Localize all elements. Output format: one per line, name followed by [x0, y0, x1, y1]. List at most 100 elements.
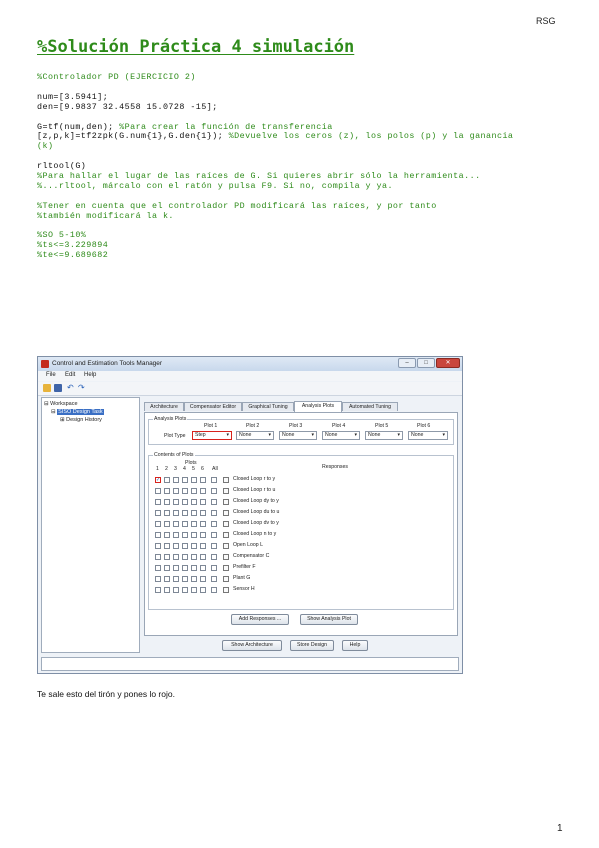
plot-checkbox[interactable] [182, 565, 188, 571]
plot-checkbox[interactable] [173, 499, 179, 505]
plot-checkbox[interactable] [182, 488, 188, 494]
plot-checkbox[interactable] [173, 477, 179, 483]
plot-checkbox[interactable] [200, 576, 206, 582]
plot-checkbox[interactable] [200, 510, 206, 516]
tab-graphical-tuning[interactable]: Graphical Tuning [242, 402, 294, 411]
plot-checkbox[interactable] [173, 510, 179, 516]
plot-checkbox[interactable] [200, 532, 206, 538]
plot-checkbox[interactable] [200, 477, 206, 483]
plot-checkbox[interactable] [164, 587, 170, 593]
plot-checkbox[interactable] [191, 499, 197, 505]
plot-checkbox[interactable] [173, 488, 179, 494]
plot-checkbox[interactable] [182, 543, 188, 549]
plot-checkbox[interactable] [164, 554, 170, 560]
save-icon[interactable] [54, 384, 62, 392]
plot-type-select-4[interactable]: None ▾ [322, 431, 360, 440]
plot-checkbox[interactable] [191, 587, 197, 593]
plot-checkbox[interactable] [164, 532, 170, 538]
plot-checkbox[interactable] [191, 543, 197, 549]
plot-checkbox[interactable] [200, 543, 206, 549]
plot-checkbox[interactable] [200, 565, 206, 571]
plot-checkbox[interactable] [211, 565, 217, 571]
plot-checkbox[interactable] [173, 521, 179, 527]
plot-checkbox[interactable] [182, 554, 188, 560]
menu-help[interactable]: Help [84, 372, 96, 378]
plot-checkbox[interactable] [173, 554, 179, 560]
plot-checkbox[interactable] [211, 521, 217, 527]
plot-checkbox[interactable] [191, 510, 197, 516]
plot-checkbox[interactable] [211, 587, 217, 593]
add-responses-button[interactable]: Add Responses ... [231, 614, 289, 625]
plot-checkbox[interactable] [155, 587, 161, 593]
plot-checkbox[interactable] [155, 532, 161, 538]
show-analysis-plot-button[interactable]: Show Analysis Plot [300, 614, 358, 625]
plot-type-select-1[interactable]: Step ▾ [192, 431, 232, 440]
plot-type-select-2[interactable]: None ▾ [236, 431, 274, 440]
close-button[interactable]: ✕ [436, 358, 460, 368]
plot-checkbox[interactable] [191, 576, 197, 582]
plot-checkbox[interactable] [164, 488, 170, 494]
menu-edit[interactable]: Edit [65, 372, 75, 378]
plot-checkbox[interactable] [164, 510, 170, 516]
plot-checkbox[interactable] [200, 499, 206, 505]
plot-checkbox[interactable] [173, 587, 179, 593]
plot-checkbox[interactable] [173, 543, 179, 549]
plot-checkbox[interactable] [211, 510, 217, 516]
plot-checkbox[interactable] [211, 499, 217, 505]
plot-checkbox[interactable] [155, 521, 161, 527]
plot-checkbox[interactable] [164, 576, 170, 582]
plot-checkbox[interactable] [182, 532, 188, 538]
plot-checkbox[interactable] [211, 477, 217, 483]
plot-checkbox[interactable] [173, 565, 179, 571]
plot-checkbox[interactable] [155, 576, 161, 582]
plot-checkbox[interactable] [155, 499, 161, 505]
redo-icon[interactable]: ↷ [78, 384, 86, 392]
tree-item-design-history[interactable]: ⊞ Design History [60, 417, 102, 423]
undo-icon[interactable]: ↶ [67, 384, 75, 392]
plot-checkbox[interactable] [191, 477, 197, 483]
plot-checkbox[interactable] [200, 488, 206, 494]
plot-checkbox[interactable] [173, 532, 179, 538]
tab-automated-tuning[interactable]: Automated Tuning [342, 402, 398, 411]
plot-checkbox[interactable] [155, 554, 161, 560]
plot-checkbox[interactable] [164, 521, 170, 527]
plot-type-select-3[interactable]: None ▾ [279, 431, 317, 440]
help-button[interactable]: Help [342, 640, 368, 651]
plot-checkbox[interactable] [191, 521, 197, 527]
plot-checkbox[interactable]: ✓ [155, 477, 161, 483]
tree-item-workspace[interactable]: ⊟ Workspace [44, 401, 78, 407]
plot-checkbox[interactable] [155, 565, 161, 571]
menu-file[interactable]: File [46, 372, 56, 378]
plot-checkbox[interactable] [164, 565, 170, 571]
plot-checkbox[interactable] [191, 554, 197, 560]
plot-checkbox[interactable] [155, 510, 161, 516]
plot-checkbox[interactable] [164, 477, 170, 483]
show-architecture-button[interactable]: Show Architecture [222, 640, 282, 651]
tab-analysis-plots[interactable]: Analysis Plots [294, 401, 342, 412]
plot-checkbox[interactable] [182, 587, 188, 593]
plot-checkbox[interactable] [200, 554, 206, 560]
plot-checkbox[interactable] [191, 488, 197, 494]
tree-item-siso-design-task[interactable]: ⊟ SISO Design Task [51, 409, 104, 415]
open-folder-icon[interactable] [43, 384, 51, 392]
plot-checkbox[interactable] [182, 521, 188, 527]
tab-architecture[interactable]: Architecture [144, 402, 184, 411]
tab-compensator-editor[interactable]: Compensator Editor [184, 402, 242, 411]
plot-checkbox[interactable] [211, 532, 217, 538]
plot-checkbox[interactable] [182, 477, 188, 483]
plot-checkbox[interactable] [155, 543, 161, 549]
plot-type-select-5[interactable]: None ▾ [365, 431, 403, 440]
plot-checkbox[interactable] [191, 532, 197, 538]
plot-checkbox[interactable] [155, 488, 161, 494]
plot-checkbox[interactable] [211, 543, 217, 549]
plot-checkbox[interactable] [200, 521, 206, 527]
plot-checkbox[interactable] [191, 565, 197, 571]
plot-checkbox[interactable] [164, 499, 170, 505]
maximize-button[interactable]: □ [417, 358, 435, 368]
plot-checkbox[interactable] [211, 576, 217, 582]
plot-checkbox[interactable] [182, 576, 188, 582]
plot-checkbox[interactable] [182, 499, 188, 505]
store-design-button[interactable]: Store Design [290, 640, 334, 651]
plot-checkbox[interactable] [164, 543, 170, 549]
plot-checkbox[interactable] [200, 587, 206, 593]
